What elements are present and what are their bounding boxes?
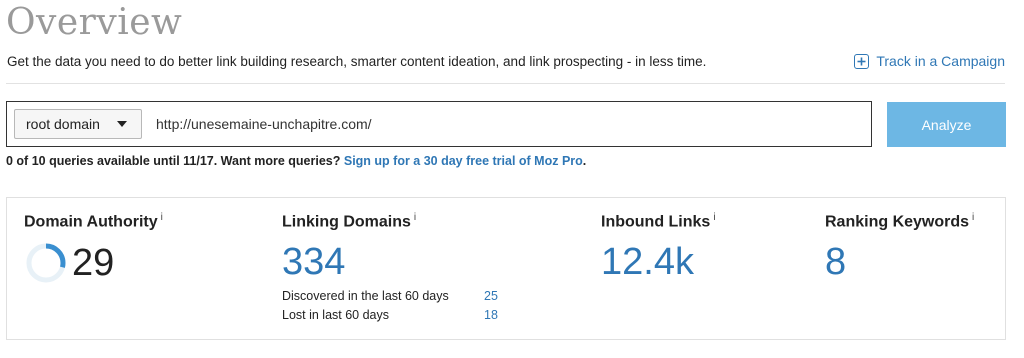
url-input[interactable] bbox=[156, 110, 856, 138]
caret-down-icon bbox=[117, 121, 127, 127]
domain-authority-label: Domain Authority bbox=[24, 213, 158, 231]
scope-select[interactable]: root domain bbox=[14, 109, 142, 139]
scope-select-value: root domain bbox=[26, 116, 100, 132]
analyze-button[interactable]: Analyze bbox=[887, 102, 1006, 147]
discovered-value[interactable]: 25 bbox=[484, 289, 498, 303]
domain-authority-metric: Domain Authority i 29 bbox=[24, 212, 163, 285]
quota-suffix: . bbox=[582, 154, 587, 168]
metrics-panel: Domain Authority i 29 Linking Domains i 33… bbox=[6, 197, 1006, 340]
linking-domains-label: Linking Domains bbox=[282, 213, 411, 231]
info-icon[interactable]: i bbox=[972, 212, 974, 223]
linking-domains-value: 334 bbox=[282, 241, 346, 284]
discovered-row: Discovered in the last 60 days 25 bbox=[282, 286, 498, 305]
ranking-keywords-metric: Ranking Keywords i 8 bbox=[825, 212, 974, 285]
discovered-label: Discovered in the last 60 days bbox=[282, 288, 449, 303]
info-icon[interactable]: i bbox=[713, 212, 715, 223]
lost-label: Lost in last 60 days bbox=[282, 307, 390, 322]
info-icon[interactable]: i bbox=[161, 212, 163, 223]
page-subtitle: Get the data you need to do better link … bbox=[7, 54, 707, 69]
free-trial-link[interactable]: Sign up for a 30 day free trial of Moz P… bbox=[344, 154, 583, 168]
domain-authority-value: 29 bbox=[72, 242, 115, 285]
inbound-links-value: 12.4k bbox=[601, 241, 694, 284]
linking-domains-metric: Linking Domains i 334 Discovered in the l… bbox=[282, 212, 498, 324]
lost-row: Lost in last 60 days 18 bbox=[282, 305, 498, 324]
domain-authority-gauge bbox=[26, 243, 66, 283]
inbound-links-label: Inbound Links bbox=[601, 213, 711, 231]
track-in-campaign-label: Track in a Campaign bbox=[876, 53, 1005, 69]
linking-domains-breakdown: Discovered in the last 60 days 25 Lost i… bbox=[282, 286, 498, 324]
info-icon[interactable]: i bbox=[414, 212, 416, 223]
search-bar: root domain bbox=[6, 101, 872, 147]
quota-text: 0 of 10 queries available until 11/17. W… bbox=[6, 154, 344, 168]
track-in-campaign-link[interactable]: Track in a Campaign bbox=[854, 53, 1005, 69]
lost-value[interactable]: 18 bbox=[484, 308, 498, 322]
plus-square-icon bbox=[854, 53, 870, 69]
inbound-links-metric: Inbound Links i 12.4k bbox=[601, 212, 716, 285]
ranking-keywords-value: 8 bbox=[825, 241, 847, 284]
ranking-keywords-label: Ranking Keywords bbox=[825, 213, 970, 231]
quota-notice: 0 of 10 queries available until 11/17. W… bbox=[6, 154, 586, 168]
page-title: Overview bbox=[6, 2, 183, 43]
header-divider bbox=[6, 83, 1005, 84]
